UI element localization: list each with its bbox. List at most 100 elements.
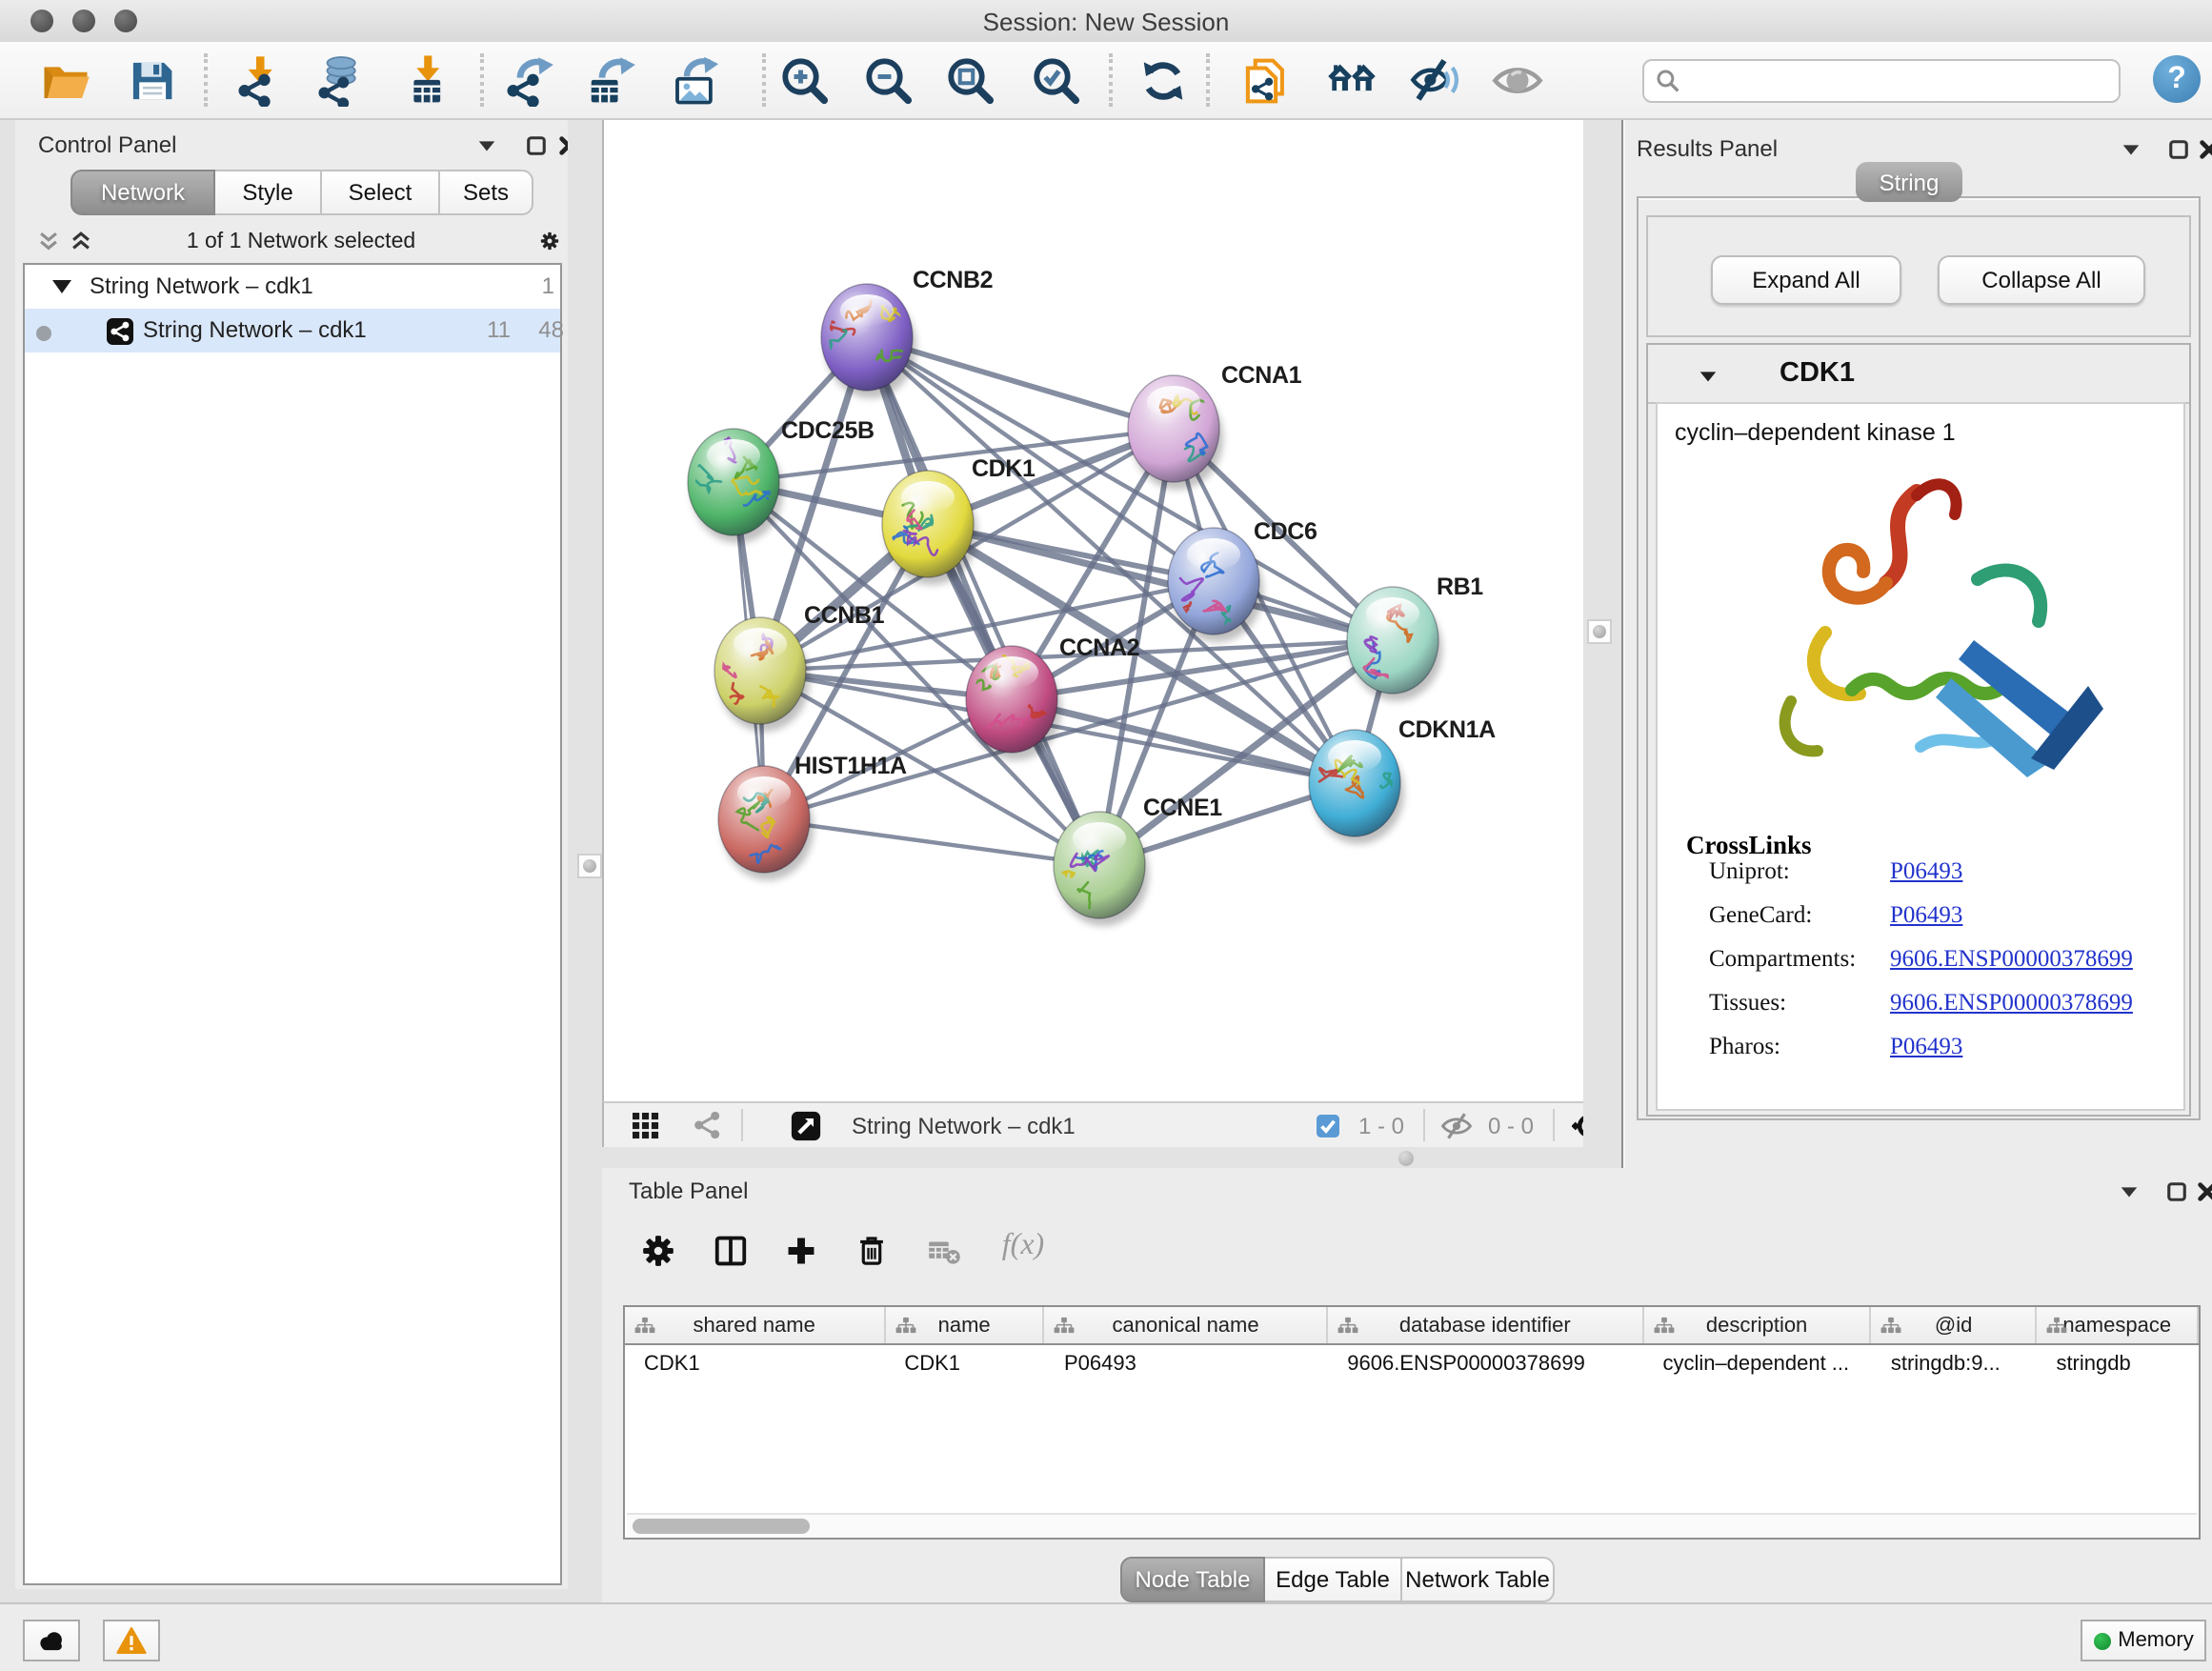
collapse-entry-icon[interactable]: [1694, 362, 1720, 389]
tab-sets[interactable]: Sets: [440, 170, 533, 215]
left-splitter[interactable]: [568, 120, 602, 1602]
zoom-fit-button[interactable]: [937, 48, 1002, 112]
column-header-description[interactable]: description: [1643, 1307, 1871, 1343]
export-table-button[interactable]: [577, 48, 642, 112]
collapse-all-button[interactable]: Collapse All: [1938, 255, 2145, 305]
column-header-canonical-name[interactable]: canonical name: [1045, 1307, 1328, 1343]
node-HIST1H1A[interactable]: HIST1H1A: [718, 753, 907, 880]
cell-database-identifier[interactable]: 9606.ENSP00000378699: [1328, 1345, 1643, 1383]
tree-group-label: String Network – cdk1: [90, 272, 313, 299]
crosslink-link[interactable]: P06493: [1890, 857, 1962, 886]
gear-icon[interactable]: [532, 223, 566, 257]
cloud-button[interactable]: [23, 1620, 80, 1661]
home-button[interactable]: [1318, 48, 1383, 112]
search-input[interactable]: [1642, 59, 2121, 103]
column-type-icon: [1055, 1317, 1076, 1334]
crosslink-link[interactable]: 9606.ENSP00000378699: [1890, 989, 2133, 1017]
node-CDK1[interactable]: CDK1: [882, 455, 1036, 585]
zoom-out-button[interactable]: [855, 48, 920, 112]
node-RB1[interactable]: RB1: [1347, 574, 1483, 701]
help-button[interactable]: ?: [2153, 55, 2201, 103]
panel-menu-icon[interactable]: [473, 131, 499, 158]
open-folder-button[interactable]: [32, 48, 97, 112]
expand-all-icon[interactable]: [67, 227, 93, 253]
column-header-database-identifier[interactable]: database identifier: [1328, 1307, 1643, 1343]
cell-name[interactable]: CDK1: [885, 1345, 1045, 1383]
tree-row-group[interactable]: String Network – cdk11: [25, 265, 560, 309]
panel-close-icon[interactable]: [2193, 1178, 2212, 1204]
zoom-in-button[interactable]: [772, 48, 836, 112]
collapse-all-icon[interactable]: [34, 227, 61, 253]
tab-edge-table[interactable]: Edge Table: [1265, 1557, 1402, 1602]
import-table-button[interactable]: [394, 48, 459, 112]
tab-node-table[interactable]: Node Table: [1120, 1557, 1265, 1602]
memory-button[interactable]: Memory: [2081, 1620, 2206, 1661]
tab-select[interactable]: Select: [322, 170, 440, 215]
node-CCNB2[interactable]: CCNB2: [813, 267, 993, 398]
table-settings-gear-icon[interactable]: [636, 1229, 678, 1271]
copy-network-button[interactable]: [1233, 48, 1297, 112]
expander-icon[interactable]: [51, 278, 72, 295]
table-horizontal-scrollbar[interactable]: [627, 1513, 2197, 1536]
control-panel-title: Control Panel: [38, 131, 176, 158]
selected-checkbox-icon[interactable]: [1315, 1103, 1341, 1147]
scrollbar-thumb[interactable]: [633, 1518, 810, 1533]
column-header-name[interactable]: name: [885, 1307, 1045, 1343]
panel-menu-icon[interactable]: [2117, 135, 2143, 162]
import-database-button[interactable]: [307, 48, 372, 112]
save-button[interactable]: [118, 48, 183, 112]
tree-row-network[interactable]: String Network – cdk11148: [25, 309, 560, 352]
zoom-selected-button[interactable]: [1023, 48, 1088, 112]
import-network-button[interactable]: [227, 48, 292, 112]
panel-menu-icon[interactable]: [2115, 1178, 2142, 1204]
cloud-icon: [36, 1625, 67, 1656]
panel-float-icon[interactable]: [2164, 135, 2191, 162]
expand-all-button[interactable]: Expand All: [1711, 255, 1901, 305]
crosslink-link[interactable]: P06493: [1890, 901, 1962, 930]
birds-eye-toggle-icon[interactable]: [787, 1103, 825, 1147]
tab-string[interactable]: String: [1856, 162, 1962, 202]
delete-column-icon[interactable]: [850, 1229, 892, 1271]
table-row[interactable]: CDK1CDK1P064939606.ENSP00000378699cyclin…: [625, 1345, 2199, 1383]
edge-HIST1H1A-CCNE1[interactable]: [764, 819, 1099, 865]
cell-namespace[interactable]: stringdb: [2037, 1345, 2199, 1383]
network-canvas[interactable]: CCNB2CCNA1CDC25BCDK1CDC6RB1CCNB1CCNA2CDK…: [602, 120, 1585, 1101]
cell-description[interactable]: cyclin–dependent ...: [1643, 1345, 1871, 1383]
add-column-icon[interactable]: [779, 1229, 821, 1271]
import-table-icon: [401, 54, 452, 106]
node-CDC25B[interactable]: CDC25B: [688, 417, 875, 543]
warnings-button[interactable]: [103, 1620, 160, 1661]
column-header-id[interactable]: @id: [1872, 1307, 2038, 1343]
export-network-button[interactable]: [495, 48, 560, 112]
tab-network-table[interactable]: Network Table: [1402, 1557, 1555, 1602]
cell-shared-name[interactable]: CDK1: [625, 1345, 885, 1383]
panel-float-icon[interactable]: [2162, 1178, 2189, 1204]
crosslink-link[interactable]: 9606.ENSP00000378699: [1890, 945, 2133, 974]
column-header-shared-name[interactable]: shared name: [625, 1307, 885, 1343]
show-columns-icon[interactable]: [709, 1229, 751, 1271]
node-CDC6[interactable]: CDC6: [1168, 518, 1317, 642]
title-bar: Session: New Session: [0, 0, 2212, 44]
column-header-namespace[interactable]: namespace: [2037, 1307, 2199, 1343]
edge-CCNB2-CCNE1[interactable]: [867, 337, 1099, 865]
panel-close-icon[interactable]: [2195, 135, 2212, 162]
left-splitter-handle[interactable]: [577, 854, 602, 878]
node-CDKN1A[interactable]: CDKN1A: [1309, 716, 1496, 844]
right-splitter-handle[interactable]: [1587, 619, 1612, 644]
tab-network[interactable]: Network: [70, 170, 215, 215]
refresh-button[interactable]: [1130, 48, 1195, 112]
crosslink-link[interactable]: P06493: [1890, 1033, 1962, 1061]
node-CCNA2[interactable]: CCNA2: [966, 634, 1139, 760]
cell-id[interactable]: stringdb:9...: [1872, 1345, 2038, 1383]
network-graph[interactable]: CCNB2CCNA1CDC25BCDK1CDC6RB1CCNB1CCNA2CDK…: [604, 120, 1583, 1101]
hide-panel-button[interactable]: [1402, 48, 1467, 112]
panel-float-icon[interactable]: [522, 131, 549, 158]
share-view-icon[interactable]: [688, 1103, 726, 1147]
tab-style[interactable]: Style: [215, 170, 322, 215]
horizontal-splitter-handle[interactable]: [1398, 1150, 1414, 1165]
grid-view-icon[interactable]: [627, 1103, 665, 1147]
export-image-button[interactable]: [661, 48, 726, 112]
cell-canonical-name[interactable]: P06493: [1045, 1345, 1328, 1383]
sphere-eye-button[interactable]: [1484, 48, 1549, 112]
right-splitter[interactable]: [1583, 120, 1621, 1168]
